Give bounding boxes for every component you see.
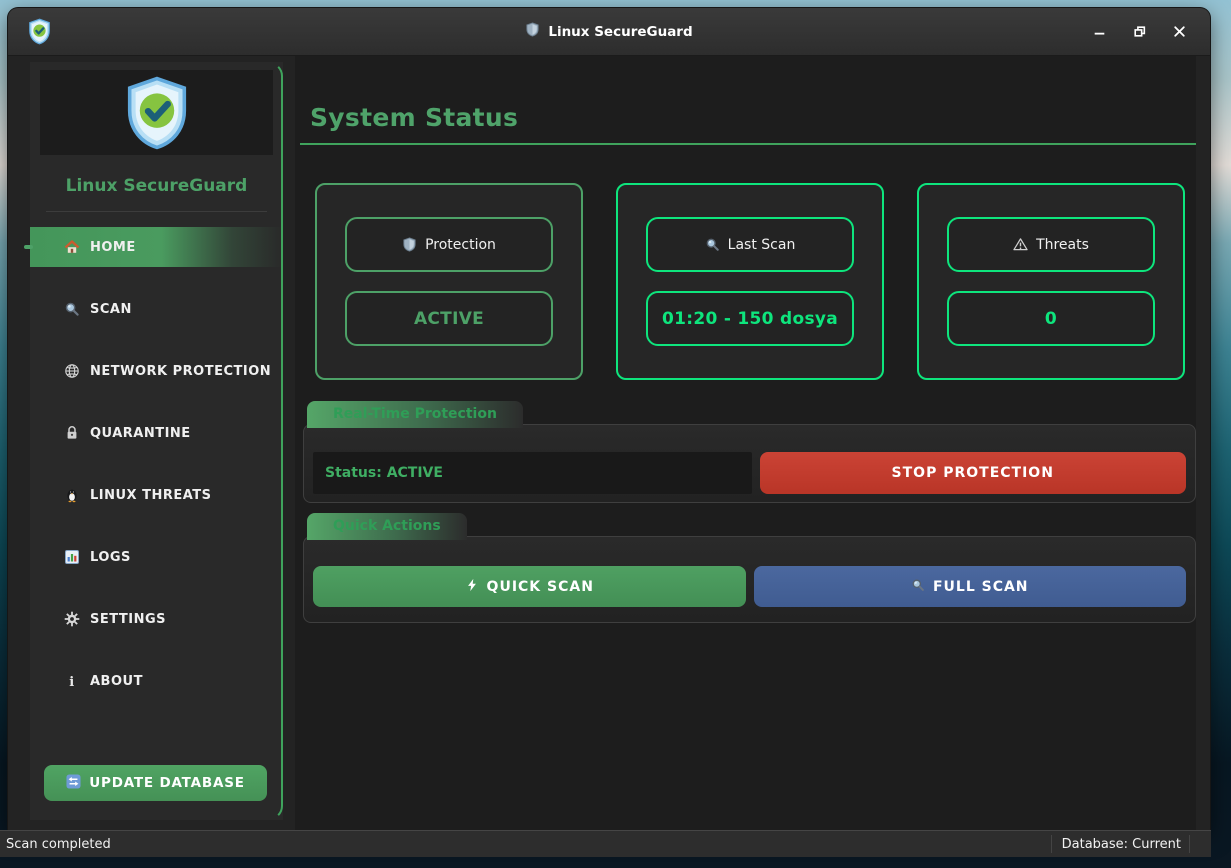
statusbar: Scan completed Database: Current bbox=[0, 830, 1211, 857]
protection-status: Status: ACTIVE bbox=[313, 452, 752, 494]
sidebar-item-home[interactable]: HOME bbox=[30, 227, 283, 267]
refresh-icon bbox=[66, 774, 81, 793]
sidebar-item-quarantine[interactable]: QUARANTINE bbox=[30, 413, 283, 453]
heading-rule bbox=[300, 143, 1196, 145]
shield-icon bbox=[525, 22, 540, 41]
database-status: Database: Current bbox=[1062, 837, 1181, 852]
quick-actions-tab: Quick Actions bbox=[307, 513, 467, 540]
realtime-protection-tab: Real-Time Protection bbox=[307, 401, 523, 428]
sidebar-item-label: QUARANTINE bbox=[90, 426, 191, 441]
sidebar-nav: HOME SCAN NETWORK PROTECTION QUARANTINE LINU… bbox=[30, 227, 283, 701]
status-card-protection: Protection ACTIVE bbox=[315, 183, 583, 380]
sidebar-item-linux-threats[interactable]: LINUX THREATS bbox=[30, 475, 283, 515]
sidebar-item-logs[interactable]: LOGS bbox=[30, 537, 283, 577]
full-scan-button[interactable]: FULL SCAN bbox=[754, 566, 1187, 607]
card-label-box: Threats bbox=[947, 217, 1155, 272]
app-logo-icon bbox=[26, 18, 53, 45]
status-message: Scan completed bbox=[6, 837, 111, 852]
sidebar-item-network-protection[interactable]: NETWORK PROTECTION bbox=[30, 351, 283, 391]
card-value: 0 bbox=[1045, 309, 1057, 329]
sidebar-item-about[interactable]: i ABOUT bbox=[30, 661, 283, 701]
sidebar-divider bbox=[46, 211, 267, 212]
sidebar-item-label: NETWORK PROTECTION bbox=[90, 364, 271, 379]
close-button[interactable] bbox=[1166, 19, 1192, 45]
full-scan-label: FULL SCAN bbox=[933, 579, 1029, 595]
warning-icon bbox=[1013, 237, 1028, 252]
sidebar-item-label: ABOUT bbox=[90, 674, 143, 689]
realtime-protection-box: Status: ACTIVE STOP PROTECTION bbox=[303, 424, 1196, 503]
info-icon: i bbox=[64, 673, 81, 690]
app-logo bbox=[40, 70, 273, 155]
statusbar-grip bbox=[1189, 835, 1205, 853]
home-icon bbox=[64, 239, 81, 256]
window-title-area: Linux SecureGuard bbox=[8, 8, 1210, 55]
status-card-last-scan: Last Scan 01:20 - 150 dosya bbox=[616, 183, 884, 380]
statusbar-right: Database: Current bbox=[1051, 831, 1205, 857]
sidebar: Linux SecureGuard HOME SCAN NETWORK PROTEC… bbox=[30, 62, 283, 820]
desktop: Linux SecureGuard Linux SecureGuard HOME… bbox=[0, 0, 1231, 868]
active-item-marker bbox=[24, 245, 33, 249]
gear-icon bbox=[64, 611, 81, 628]
card-label: Threats bbox=[1036, 237, 1089, 253]
maximize-button[interactable] bbox=[1126, 19, 1152, 45]
card-value: ACTIVE bbox=[414, 309, 484, 329]
sidebar-item-scan[interactable]: SCAN bbox=[30, 289, 283, 329]
update-database-button[interactable]: UPDATE DATABASE bbox=[44, 765, 267, 801]
main-content: System Status Protection ACTIVE Last Scan 0… bbox=[295, 56, 1196, 830]
status-card-threats: Threats 0 bbox=[917, 183, 1185, 380]
card-value-box: ACTIVE bbox=[345, 291, 553, 346]
realtime-protection-group: Real-Time Protection Status: ACTIVE STOP… bbox=[295, 380, 1196, 503]
lock-icon bbox=[64, 425, 81, 442]
titlebar: Linux SecureGuard bbox=[8, 8, 1210, 56]
quick-scan-button[interactable]: QUICK SCAN bbox=[313, 566, 746, 607]
minimize-button[interactable] bbox=[1086, 19, 1112, 45]
card-label: Last Scan bbox=[728, 237, 796, 253]
sidebar-item-label: LINUX THREATS bbox=[90, 488, 212, 503]
card-value-box: 01:20 - 150 dosya bbox=[646, 291, 854, 346]
svg-text:i: i bbox=[69, 674, 74, 688]
sidebar-item-label: HOME bbox=[90, 240, 136, 255]
status-cards: Protection ACTIVE Last Scan 01:20 - 150 dos… bbox=[315, 183, 1196, 380]
sidebar-item-label: SETTINGS bbox=[90, 612, 166, 627]
app-name: Linux SecureGuard bbox=[30, 174, 283, 198]
sidebar-item-label: LOGS bbox=[90, 550, 131, 565]
card-value-box: 0 bbox=[947, 291, 1155, 346]
globe-icon bbox=[64, 363, 81, 380]
search-icon bbox=[705, 237, 720, 252]
bolt-icon bbox=[465, 578, 479, 596]
quick-actions-box: QUICK SCAN FULL SCAN bbox=[303, 536, 1196, 623]
card-label-box: Last Scan bbox=[646, 217, 854, 272]
search-icon bbox=[64, 301, 81, 318]
penguin-icon bbox=[64, 487, 81, 504]
app-window: Linux SecureGuard Linux SecureGuard HOME… bbox=[8, 8, 1210, 830]
window-controls bbox=[1086, 19, 1192, 45]
chart-icon bbox=[64, 549, 81, 566]
quick-scan-label: QUICK SCAN bbox=[487, 579, 594, 595]
search-icon bbox=[911, 578, 925, 596]
page-title: System Status bbox=[310, 102, 1196, 134]
statusbar-divider bbox=[1051, 835, 1052, 853]
quick-actions-group: Quick Actions QUICK SCAN FULL SCAN bbox=[295, 503, 1196, 623]
sidebar-item-label: SCAN bbox=[90, 302, 132, 317]
card-value: 01:20 - 150 dosya bbox=[662, 309, 838, 329]
card-label: Protection bbox=[425, 237, 496, 253]
shield-icon bbox=[402, 237, 417, 252]
update-database-label: UPDATE DATABASE bbox=[89, 775, 245, 791]
card-label-box: Protection bbox=[345, 217, 553, 272]
window-title: Linux SecureGuard bbox=[548, 24, 692, 40]
stop-protection-label: STOP PROTECTION bbox=[892, 465, 1054, 481]
sidebar-item-settings[interactable]: SETTINGS bbox=[30, 599, 283, 639]
stop-protection-button[interactable]: STOP PROTECTION bbox=[760, 452, 1187, 494]
